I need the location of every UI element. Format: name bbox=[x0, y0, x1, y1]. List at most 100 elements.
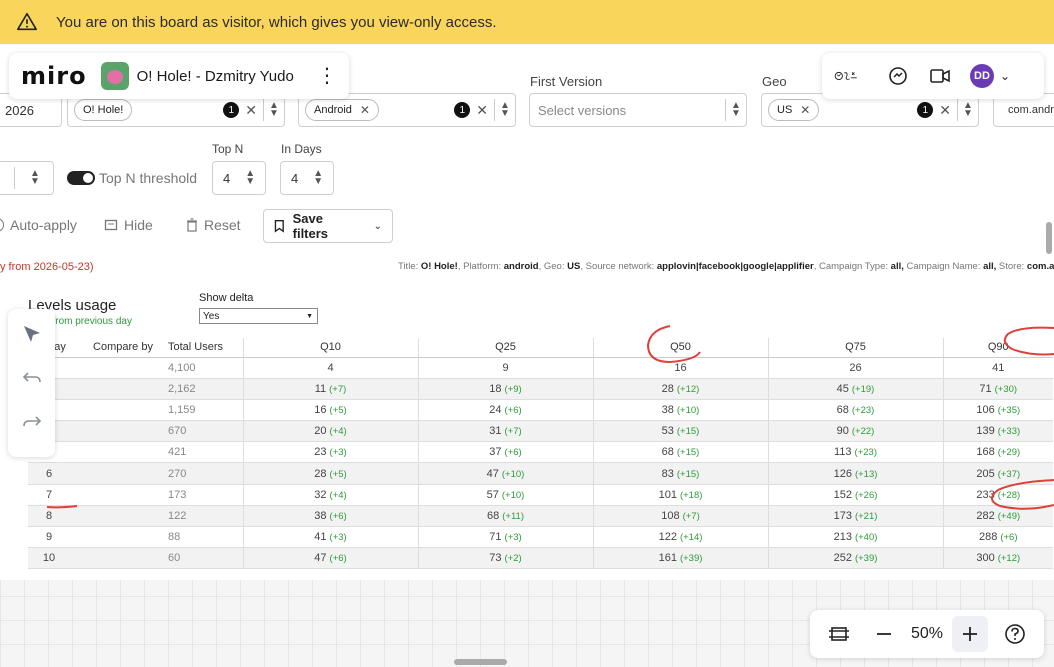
app-chip[interactable]: O! Hole! bbox=[74, 99, 133, 121]
bookmark-icon bbox=[274, 220, 284, 233]
redo-icon[interactable] bbox=[19, 409, 45, 435]
table-row: 10 60 47 (+6) 73 (+2) 161 (+39) 252 (+39) 300 (+12) bbox=[28, 547, 1053, 570]
table-cell: 38 (+10) bbox=[592, 399, 768, 422]
zoom-out-icon[interactable] bbox=[866, 616, 902, 652]
table-cell bbox=[78, 357, 168, 379]
stepper-icon[interactable]: ▲ ▼ bbox=[240, 169, 260, 187]
clear-icon[interactable]: ✕ bbox=[939, 102, 951, 119]
chevron-down-icon[interactable]: ⌄ bbox=[1000, 69, 1010, 83]
table-row: 22,16211(+7)18(+9)28(+12)45(+19)71(+30) bbox=[28, 378, 1053, 400]
first-version-label: First Version bbox=[530, 74, 603, 89]
table-row: 9 88 41 (+3) 71 (+3) 122 (+14) 213 (+40) 288 (+6) bbox=[28, 526, 1053, 549]
auto-apply-button[interactable]: Auto-apply bbox=[0, 217, 77, 233]
compare-select[interactable]: ▲ ▼ bbox=[0, 161, 54, 195]
zoom-in-icon[interactable] bbox=[952, 616, 989, 652]
save-filters-label: Save filters bbox=[292, 211, 329, 241]
first-version-select[interactable]: Select versions ▲ ▼ bbox=[529, 93, 747, 127]
table-cell: 1,159 bbox=[168, 399, 243, 422]
table-cell: 252 (+39) bbox=[767, 547, 943, 570]
board-title[interactable]: O! Hole! - Dzmitry Yudo bbox=[137, 68, 317, 85]
table-cell: 300 (+12) bbox=[942, 547, 1053, 570]
zoom-level[interactable]: 50% bbox=[911, 625, 943, 643]
top-n-label: Top N bbox=[212, 142, 244, 156]
geo-chip[interactable]: US ✕ bbox=[768, 99, 820, 121]
chevron-updown-icon[interactable]: ▲ ▼ bbox=[726, 101, 746, 119]
clear-icon[interactable]: ✕ bbox=[476, 102, 488, 119]
remove-chip-icon[interactable]: ✕ bbox=[800, 103, 810, 117]
table-cell: 6 bbox=[28, 462, 78, 485]
reactions-icon[interactable] bbox=[834, 64, 858, 88]
report-title-line: Title: O! Hole!, Platform: android, Geo:… bbox=[398, 261, 1054, 272]
table-cell: 270 bbox=[168, 462, 243, 485]
platform-chip-label: Android bbox=[314, 104, 352, 116]
top-n-threshold-toggle[interactable] bbox=[67, 171, 95, 185]
table-cell: 122 (+14) bbox=[592, 526, 768, 549]
table-cell: 108 (+7) bbox=[592, 505, 768, 528]
horizontal-scrollbar[interactable] bbox=[454, 659, 507, 665]
visitor-banner: You are on this board as visitor, which … bbox=[0, 0, 1054, 44]
chevron-updown-icon[interactable]: ▲ ▼ bbox=[495, 101, 515, 119]
levels-usage-table: tive day Compare by Total Users Q10 Q25 … bbox=[28, 338, 1053, 570]
top-n-input[interactable]: 4 ▲ ▼ bbox=[212, 161, 266, 195]
stepper-icon[interactable]: ▲ ▼ bbox=[308, 169, 328, 187]
chat-icon[interactable] bbox=[886, 64, 910, 88]
table-cell: 173 (+21) bbox=[767, 505, 943, 528]
table-row: 31,15916(+5)24(+6)38(+10)68(+23)106(+35) bbox=[28, 399, 1053, 422]
platform-count-badge: 1 bbox=[454, 102, 471, 118]
platform-chip[interactable]: Android ✕ bbox=[305, 99, 379, 121]
chevron-updown-icon[interactable]: ▲ ▼ bbox=[958, 101, 978, 119]
left-tool-panel bbox=[8, 309, 55, 457]
miro-board-toolbar: miro O! Hole! - Dzmitry Yudo ⋮ bbox=[9, 53, 349, 99]
table-cell: 168 (+29) bbox=[942, 441, 1053, 464]
geo-chip-label: US bbox=[777, 104, 793, 116]
table-cell: 18 (+9) bbox=[417, 378, 593, 400]
table-cell: 10 bbox=[28, 547, 78, 570]
vertical-scrollbar[interactable] bbox=[1046, 222, 1052, 254]
table-cell: 45 (+19) bbox=[767, 378, 943, 400]
table-cell: 47 (+6) bbox=[242, 547, 418, 570]
table-cell: 11 (+7) bbox=[242, 378, 418, 400]
show-delta-select[interactable]: Yes ▼ bbox=[199, 308, 318, 324]
radio-icon bbox=[0, 218, 4, 232]
miro-logo[interactable]: miro bbox=[21, 62, 87, 90]
table-cell: 57 (+10) bbox=[417, 484, 593, 506]
table-cell: 16 bbox=[592, 357, 768, 379]
save-filters-button[interactable]: Save filters ⌄ bbox=[263, 209, 393, 243]
table-cell bbox=[78, 484, 168, 506]
video-call-icon[interactable] bbox=[928, 64, 952, 88]
clear-icon[interactable]: ✕ bbox=[245, 102, 257, 119]
help-icon[interactable] bbox=[997, 616, 1033, 652]
reset-button[interactable]: Reset bbox=[186, 217, 241, 233]
table-cell bbox=[78, 420, 168, 443]
remove-chip-icon[interactable]: ✕ bbox=[360, 103, 370, 117]
geo-label: Geo bbox=[762, 74, 787, 89]
table-cell: 41 bbox=[942, 357, 1053, 379]
table-row: 14,10049162641 bbox=[28, 357, 1053, 379]
table-cell: 28 (+12) bbox=[592, 378, 768, 400]
table-cell bbox=[78, 378, 168, 400]
trash-icon bbox=[187, 218, 197, 232]
user-avatar[interactable]: DD bbox=[970, 64, 994, 88]
table-cell: 68 (+23) bbox=[767, 399, 943, 422]
undo-icon[interactable] bbox=[19, 365, 45, 391]
table-cell: 20 (+4) bbox=[242, 420, 418, 443]
hide-label: Hide bbox=[124, 217, 153, 233]
board-icon bbox=[100, 62, 129, 90]
table-cell: 101 (+18) bbox=[592, 484, 768, 506]
in-days-input[interactable]: 4 ▲ ▼ bbox=[280, 161, 334, 195]
hide-button[interactable]: Hide bbox=[104, 217, 153, 233]
table-cell: 233 (+28) bbox=[942, 484, 1053, 506]
select-pointer-icon[interactable] bbox=[19, 321, 45, 347]
fit-to-screen-icon[interactable] bbox=[821, 616, 857, 652]
table-cell bbox=[78, 399, 168, 422]
chevron-updown-icon[interactable]: ▲ ▼ bbox=[264, 101, 284, 119]
table-cell: 83 (+15) bbox=[592, 462, 768, 485]
table-cell: 71 (+30) bbox=[942, 378, 1053, 400]
more-menu-icon[interactable]: ⋮ bbox=[317, 66, 337, 86]
table-row: 8 122 38 (+6) 68 (+11) 108 (+7) 173 (+21) 282 (+49) bbox=[28, 505, 1053, 528]
column-header: Total Users bbox=[168, 338, 243, 358]
table-cell: 122 bbox=[168, 505, 243, 528]
column-header: Q10 bbox=[242, 338, 418, 358]
chevron-updown-icon[interactable]: ▲ ▼ bbox=[25, 169, 45, 187]
show-delta-label: Show delta bbox=[199, 292, 254, 304]
